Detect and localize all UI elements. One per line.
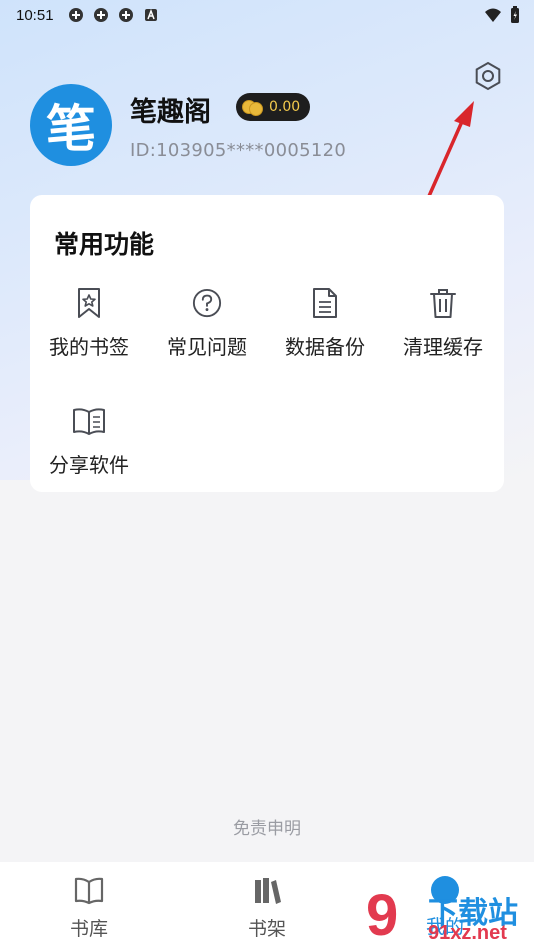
faq-label: 常见问题 [167,335,247,359]
nav-bookshelf-label: 书架 [247,918,286,940]
clear-cache-button[interactable]: 清理缓存 [384,287,502,360]
settings-gear-icon[interactable] [472,60,504,92]
data-backup-button[interactable]: 数据备份 [266,287,384,360]
notification-icon [118,8,133,22]
status-time: 10:51 [16,6,54,24]
notification-icon [93,8,108,22]
question-icon [192,288,222,318]
user-id: ID:103905****0005120 [130,140,347,161]
card-title: 常用功能 [54,230,155,259]
coin-amount: 0.00 [269,99,301,115]
open-book-icon [73,408,105,435]
battery-icon [511,6,519,23]
wifi-icon [485,8,501,22]
share-app-label: 分享软件 [49,453,129,477]
common-functions-card: 常用功能 我的书签 常见问题 数据备份 清理缓存 分享软件 [30,195,504,492]
username: 笔趣阁 [130,97,211,128]
book-icon [74,877,104,905]
disclaimer-link[interactable]: 免责申明 [0,814,534,839]
faq-button[interactable]: 常见问题 [148,287,266,360]
share-app-button[interactable]: 分享软件 [30,405,148,478]
bookmark-icon [78,288,100,318]
data-backup-label: 数据备份 [285,335,365,359]
watermark-bottom-text: 91xz.net [428,922,507,944]
bookmarks-label: 我的书签 [49,335,129,359]
site-watermark-logo: 9 下载站 91xz.net [366,884,534,948]
nav-library-label: 书库 [69,918,108,940]
bookmarks-button[interactable]: 我的书签 [30,287,148,360]
a-notification-icon [144,8,157,21]
watermark-nine: 9 [366,883,399,948]
nav-bookshelf[interactable]: 书架 [178,862,356,950]
document-icon [313,288,337,318]
coin-icon [242,99,264,116]
notification-icon [68,8,83,22]
trash-icon [430,289,456,318]
avatar[interactable]: 笔 [30,84,112,166]
status-bar: 10:51 [0,0,534,30]
bookshelf-icon [255,878,281,904]
clear-cache-label: 清理缓存 [403,335,483,359]
coin-balance-badge[interactable]: 0.00 [236,93,311,121]
nav-library[interactable]: 书库 [0,862,178,950]
